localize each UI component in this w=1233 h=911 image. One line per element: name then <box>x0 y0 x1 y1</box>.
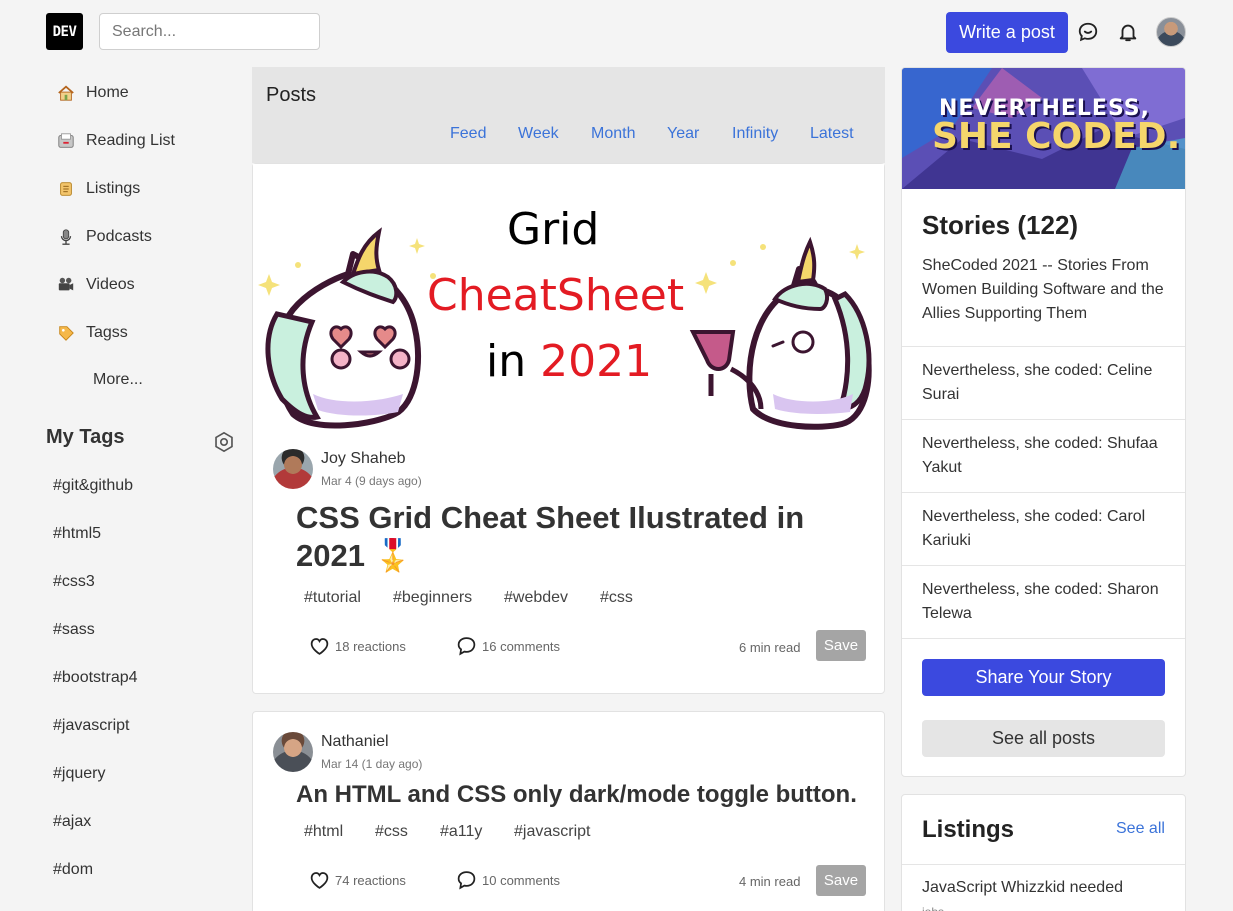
banner-line2: SHE CODED. <box>932 116 1181 157</box>
write-post-button[interactable]: Write a post <box>946 12 1068 53</box>
tag-link[interactable]: #bootstrap4 <box>53 669 138 687</box>
cover-text-grid: Grid <box>507 204 600 255</box>
post-title[interactable]: CSS Grid Cheat Sheet Ilustrated in 2021 … <box>296 499 856 575</box>
top-header: DEV Write a post <box>0 0 1233 65</box>
tag-link[interactable]: #git&github <box>53 477 133 495</box>
story-item[interactable]: Nevertheless, she coded: Sharon Telewa <box>902 565 1185 638</box>
post-date[interactable]: Mar 4 (9 days ago) <box>321 474 422 488</box>
story-item[interactable]: Nevertheless, she coded: Shufaa Yakut <box>902 419 1185 492</box>
posts-header: Posts Feed Week Month Year Infinity Late… <box>252 67 885 163</box>
stories-title: Stories (122) <box>922 210 1079 240</box>
listings-see-all-link[interactable]: See all <box>1116 820 1165 838</box>
user-avatar[interactable] <box>1156 17 1186 47</box>
listing-item[interactable]: JavaScript Whizzkid needed <box>902 864 1185 911</box>
filter-week[interactable]: Week <box>518 125 559 143</box>
filter-infinity[interactable]: Infinity <box>732 125 778 143</box>
my-tags-title: My Tags <box>46 426 125 448</box>
chat-bubble-icon[interactable] <box>1075 19 1101 45</box>
sidebar-item-label: Videos <box>86 276 135 293</box>
save-button[interactable]: Save <box>816 630 866 661</box>
post-cover-image[interactable]: Grid CheatSheet in 2021 <box>253 164 884 434</box>
post-tag[interactable]: #html <box>304 823 343 841</box>
cover-text-cheatsheet: CheatSheet <box>427 270 685 321</box>
scroll-icon <box>56 179 76 199</box>
gear-icon[interactable] <box>213 431 235 453</box>
sidebar-item-videos[interactable]: Videos <box>56 270 135 300</box>
sidebar-item-label: Listings <box>86 180 141 197</box>
file-box-icon <box>56 131 76 151</box>
dev-logo[interactable]: DEV <box>46 13 83 50</box>
search-input[interactable] <box>99 13 320 50</box>
label-tag-icon <box>56 323 76 343</box>
listings-title: Listings <box>922 816 1015 843</box>
sidebar-item-label: Home <box>86 84 129 101</box>
divider <box>902 638 1185 639</box>
post-tag[interactable]: #javascript <box>514 823 590 841</box>
comments-button[interactable]: 16 comments <box>456 636 560 656</box>
post-card[interactable]: Nathaniel Mar 14 (1 day ago) An HTML and… <box>252 711 885 911</box>
shecoded-widget: NEVERTHELESS, SHE CODED. Stories (122) S… <box>901 67 1186 777</box>
read-time: 6 min read <box>739 640 801 655</box>
tag-link[interactable]: #sass <box>53 621 95 639</box>
tag-link[interactable]: #html5 <box>53 525 101 543</box>
post-tag[interactable]: #beginners <box>393 589 472 607</box>
sidebar-item-label: Reading List <box>86 132 175 149</box>
filter-month[interactable]: Month <box>591 125 635 143</box>
post-tag[interactable]: #a11y <box>440 823 482 841</box>
post-tag[interactable]: #webdev <box>504 589 568 607</box>
author-avatar[interactable] <box>273 449 313 489</box>
post-title[interactable]: An HTML and CSS only dark/mode toggle bu… <box>296 781 857 809</box>
sidebar-item-reading-list[interactable]: Reading List <box>56 126 175 156</box>
see-all-posts-button[interactable]: See all posts <box>922 720 1165 757</box>
sidebar-item-listings[interactable]: Listings <box>56 174 140 204</box>
sidebar-item-label: Podcasts <box>86 228 152 245</box>
post-date[interactable]: Mar 14 (1 day ago) <box>321 757 422 771</box>
heart-icon <box>310 872 329 889</box>
shecoded-banner[interactable]: NEVERTHELESS, SHE CODED. <box>902 68 1185 189</box>
filter-year[interactable]: Year <box>667 125 699 143</box>
stories-description: SheCoded 2021 -- Stories From Women Buil… <box>922 257 1164 322</box>
story-item[interactable]: Nevertheless, she coded: Carol Kariuki <box>902 492 1185 565</box>
sidebar-item-home[interactable]: Home <box>56 78 129 108</box>
cover-text-year: in 2021 <box>486 336 653 387</box>
author-name[interactable]: Nathaniel <box>321 733 389 751</box>
posts-title: Posts <box>266 84 317 106</box>
post-tag[interactable]: #tutorial <box>304 589 361 607</box>
sidebar-item-podcasts[interactable]: Podcasts <box>56 222 152 252</box>
filter-feed[interactable]: Feed <box>450 125 486 143</box>
sidebar-item-tags[interactable]: Tagss <box>56 318 128 348</box>
save-button[interactable]: Save <box>816 865 866 896</box>
reactions-button[interactable]: 18 reactions <box>309 636 406 656</box>
house-icon <box>56 83 76 103</box>
comment-icon <box>457 871 476 890</box>
share-story-button[interactable]: Share Your Story <box>922 659 1165 696</box>
tag-link[interactable]: #dom <box>53 861 93 879</box>
tag-link[interactable]: #ajax <box>53 813 91 831</box>
post-card[interactable]: Grid CheatSheet in 2021 Joy Shaheb Mar 4… <box>252 163 885 694</box>
tag-link[interactable]: #javascript <box>53 717 129 735</box>
reactions-button[interactable]: 74 reactions <box>309 870 406 890</box>
post-tag[interactable]: #css <box>600 589 633 607</box>
author-name[interactable]: Joy Shaheb <box>321 450 406 468</box>
filter-latest[interactable]: Latest <box>810 125 854 143</box>
story-item[interactable]: Nevertheless, she coded: Celine Surai <box>902 346 1185 419</box>
microphone-icon <box>56 227 76 247</box>
listing-category: jobs <box>922 905 944 911</box>
sidebar-item-label: Tagss <box>86 324 128 341</box>
tag-link[interactable]: #css3 <box>53 573 95 591</box>
comments-button[interactable]: 10 comments <box>456 870 560 890</box>
movie-camera-icon <box>56 275 76 295</box>
post-tag[interactable]: #css <box>375 823 408 841</box>
bell-icon[interactable] <box>1115 19 1141 45</box>
comment-icon <box>457 637 476 656</box>
read-time: 4 min read <box>739 874 801 889</box>
more-link[interactable]: More... <box>93 371 143 389</box>
tag-link[interactable]: #jquery <box>53 765 105 783</box>
listings-widget: Listings See all JavaScript Whizzkid nee… <box>901 794 1186 911</box>
heart-icon <box>310 638 329 655</box>
header-bar: DEV Write a post <box>46 0 1186 65</box>
author-avatar[interactable] <box>273 732 313 772</box>
